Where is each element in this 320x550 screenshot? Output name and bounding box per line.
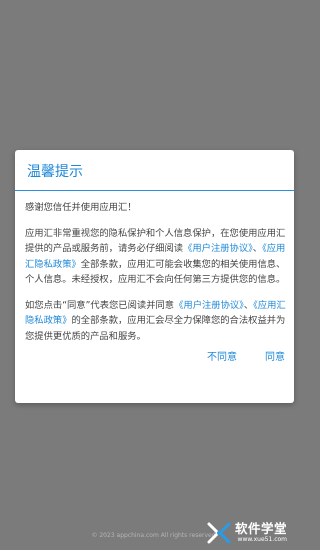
user-agreement-link[interactable]: 《用户注册协议》 xyxy=(174,300,244,311)
site-watermark: 软件学堂 www.xue51.com xyxy=(206,516,307,550)
disagree-button[interactable]: 不同意 xyxy=(207,348,237,363)
separator-text: 、 xyxy=(252,243,263,254)
watermark-logo-icon xyxy=(207,522,231,544)
separator-text: 、 xyxy=(243,299,254,311)
dialog-title: 温馨提示 xyxy=(27,164,83,180)
paragraph-text: 如您点击“同意”代表您已阅读并同意 xyxy=(25,299,175,311)
consent-paragraph: 如您点击“同意”代表您已阅读并同意《用户注册协议》、《应用汇隐私政策》的全部条款… xyxy=(25,298,287,345)
watermark-title: 软件学堂 xyxy=(235,521,288,536)
title-divider xyxy=(15,190,294,191)
privacy-paragraph: 应用汇非常重视您的隐私保护和个人信息保护，在您使用应用汇提供的产品或服务前，请务… xyxy=(25,226,287,288)
agree-button[interactable]: 同意 xyxy=(265,348,285,363)
watermark-url: www.xue51.com xyxy=(237,536,288,543)
privacy-dialog: 温馨提示 感谢您信任并使用应用汇！ 应用汇非常重视您的隐私保护和个人信息保护，在… xyxy=(15,150,294,403)
dialog-content: 感谢您信任并使用应用汇！ 应用汇非常重视您的隐私保护和个人信息保护，在您使用应用… xyxy=(25,200,287,344)
greeting-text: 感谢您信任并使用应用汇！ xyxy=(25,202,137,213)
user-agreement-link[interactable]: 《用户注册协议》 xyxy=(183,243,253,254)
